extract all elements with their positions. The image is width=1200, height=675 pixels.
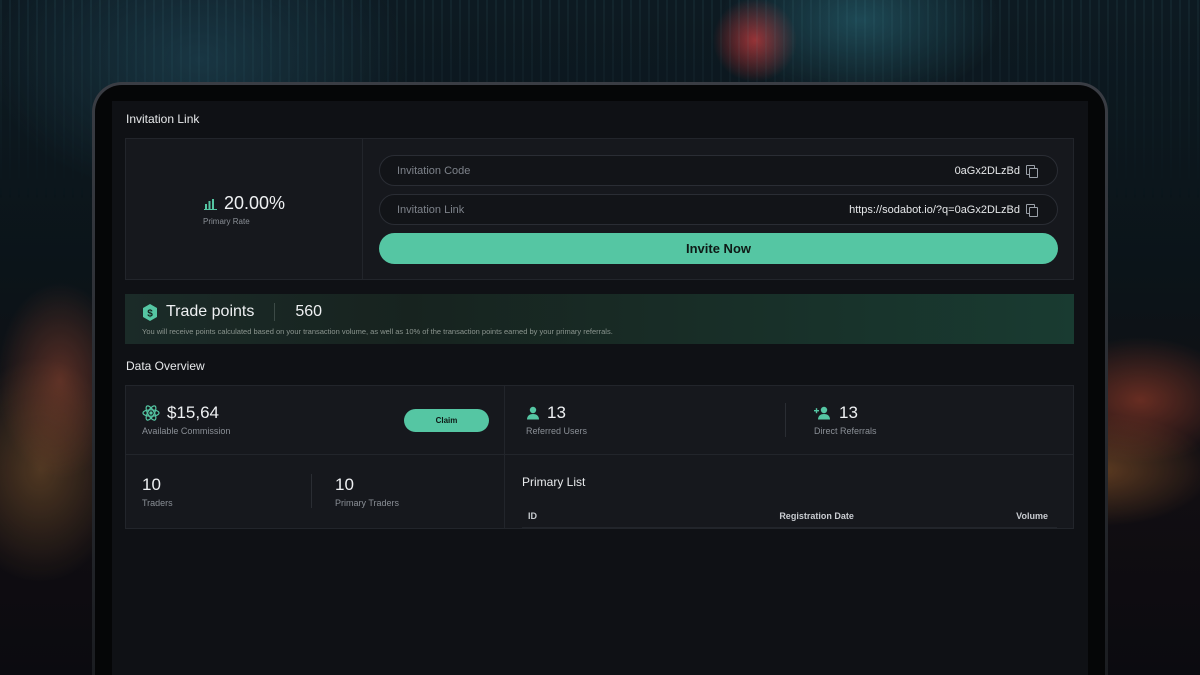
column-header-volume[interactable]: Volume [1016, 511, 1048, 521]
primary-traders-stat: 10 Primary Traders [335, 475, 399, 508]
primary-traders-label: Primary Traders [335, 498, 400, 508]
data-overview-title: Data Overview [126, 359, 205, 373]
divider [126, 454, 504, 455]
atom-icon [142, 404, 160, 422]
primary-rate-value: 20.00% [224, 193, 286, 213]
divider [505, 454, 1074, 455]
direct-referrals-value: 13 [839, 403, 858, 422]
copy-icon[interactable] [1026, 204, 1038, 217]
referred-users-value: 13 [547, 403, 566, 422]
invitation-link-field[interactable]: Invitation Link https://sodabot.io/?q=0a… [379, 194, 1058, 225]
app-screen: Invitation Link 20.00% Primary Rate Invi… [112, 101, 1088, 675]
svg-text:$: $ [147, 308, 153, 319]
invitation-link-label: Invitation Link [397, 203, 465, 216]
trade-points-title: Trade points [166, 303, 255, 320]
user-add-icon [814, 406, 832, 420]
primary-list-header: ID Registration Date Volume [522, 504, 1057, 528]
direct-referrals-stat: 13 Direct Referrals [814, 403, 877, 436]
laptop-frame: Invitation Link 20.00% Primary Rate Invi… [92, 82, 1108, 675]
primary-rate-label: Primary Rate [203, 217, 250, 226]
invitation-card: 20.00% Primary Rate Invitation Code 0aGx… [125, 138, 1074, 280]
claim-button[interactable]: Claim [404, 409, 489, 432]
data-overview-card: $15,64 Available Commission Claim 13 Ref… [125, 385, 1074, 529]
traders-label: Traders [142, 498, 173, 508]
primary-rate-panel: 20.00% Primary Rate [126, 139, 363, 279]
traders-stat: 10 Traders [142, 475, 173, 508]
trade-points-note: You will receive points calculated based… [142, 327, 613, 336]
column-header-id[interactable]: ID [528, 511, 537, 521]
trade-points-banner: $ Trade points 560 You will receive poin… [125, 294, 1074, 344]
primary-list-title: Primary List [522, 475, 586, 489]
commission-label: Available Commission [142, 426, 231, 436]
referred-users-label: Referred Users [526, 426, 588, 436]
traders-value: 10 [142, 475, 161, 494]
divider [504, 386, 505, 528]
invitation-link-value: https://sodabot.io/?q=0aGx2DLzBd [849, 203, 1020, 216]
divider [785, 403, 786, 437]
divider [311, 474, 312, 508]
invitation-section-title: Invitation Link [126, 112, 200, 126]
copy-icon[interactable] [1026, 165, 1038, 178]
trade-points-value: 560 [295, 303, 323, 320]
dollar-coin-icon: $ [142, 303, 158, 321]
bar-chart-icon [204, 198, 218, 210]
divider [274, 303, 276, 321]
user-icon [526, 406, 540, 420]
column-header-registration-date[interactable]: Registration Date [779, 511, 854, 521]
direct-referrals-label: Direct Referrals [814, 426, 877, 436]
laptop-bezel: Invitation Link 20.00% Primary Rate Invi… [95, 85, 1105, 675]
invitation-code-value: 0aGx2DLzBd [954, 164, 1020, 177]
invite-now-button[interactable]: Invite Now [379, 233, 1058, 264]
invitation-code-field[interactable]: Invitation Code 0aGx2DLzBd [379, 155, 1058, 186]
commission-value: $15,64 [167, 403, 219, 422]
primary-traders-value: 10 [335, 475, 354, 494]
commission-stat: $15,64 Available Commission [142, 403, 230, 436]
invitation-code-label: Invitation Code [397, 164, 471, 177]
referred-users-stat: 13 Referred Users [526, 403, 587, 436]
